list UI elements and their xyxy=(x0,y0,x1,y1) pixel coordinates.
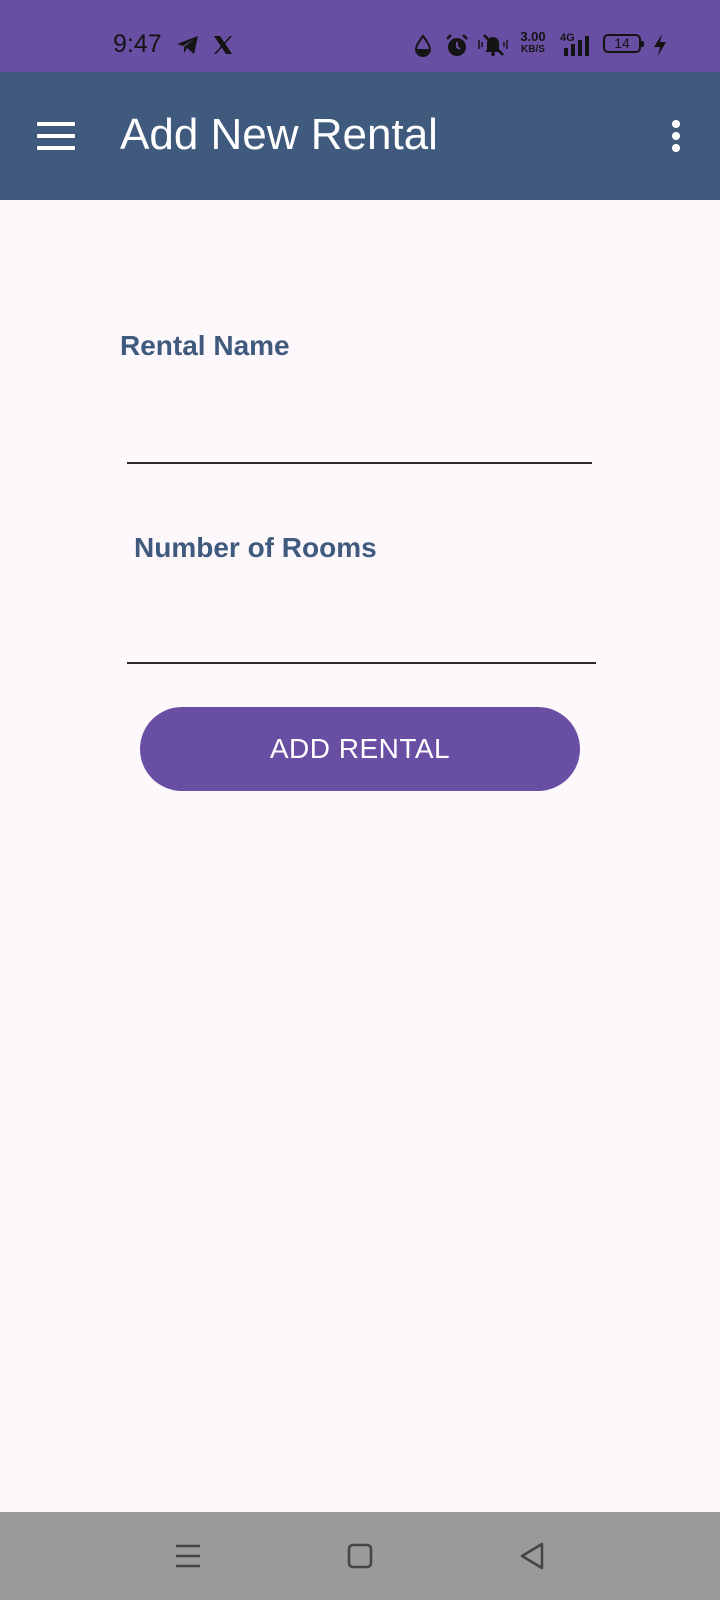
water-drop-icon xyxy=(414,34,432,57)
rooms-input[interactable] xyxy=(127,620,596,664)
battery-indicator: 14 xyxy=(603,34,644,53)
x-icon xyxy=(214,36,232,54)
telegram-icon xyxy=(177,36,198,54)
app-bar: Add New Rental xyxy=(0,72,720,200)
status-time: 9:47 xyxy=(113,30,162,58)
vibrate-silent-icon xyxy=(478,34,508,56)
charging-icon xyxy=(654,34,666,56)
more-vert-icon[interactable] xyxy=(660,116,692,156)
alarm-icon xyxy=(446,34,468,56)
home-icon[interactable] xyxy=(338,1534,382,1578)
rooms-label: Number of Rooms xyxy=(134,532,377,563)
page-title: Add New Rental xyxy=(120,110,438,159)
rental-name-input[interactable] xyxy=(127,420,592,464)
back-icon[interactable] xyxy=(510,1534,554,1578)
system-nav-bar xyxy=(0,1512,720,1600)
add-rental-button[interactable]: ADD RENTAL xyxy=(140,707,580,791)
signal-icon xyxy=(564,36,589,56)
hamburger-menu-icon[interactable] xyxy=(32,116,80,156)
network-speed: 3.00 KB/S xyxy=(520,29,546,55)
rental-name-label: Rental Name xyxy=(120,330,290,361)
status-bar: 9:47 3.00 KB/S 4G 14 xyxy=(0,0,720,72)
recents-icon[interactable] xyxy=(166,1534,210,1578)
